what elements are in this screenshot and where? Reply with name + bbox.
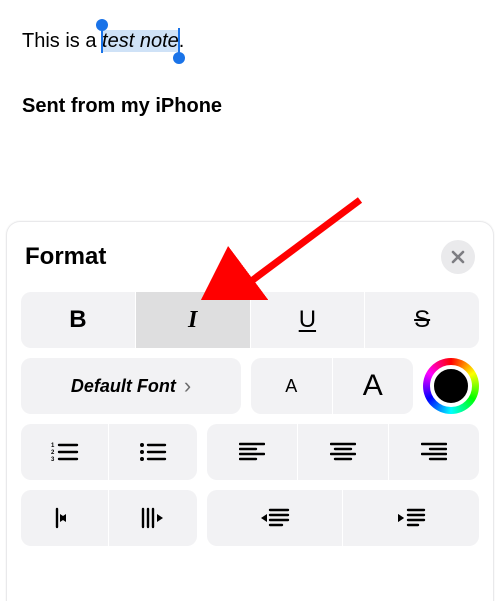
bullet-list-icon <box>139 441 167 463</box>
svg-text:2: 2 <box>51 450 55 456</box>
strikethrough-button[interactable]: S <box>364 292 479 348</box>
font-picker-button[interactable]: Default Font › <box>21 358 241 414</box>
format-panel: Format B I U S Default Font › A A <box>6 221 494 601</box>
selection-handle-end[interactable] <box>173 52 185 64</box>
bullet-list-button[interactable] <box>108 424 196 480</box>
numbered-list-icon: 1 2 3 <box>51 441 79 463</box>
increase-indent-line-button[interactable] <box>108 490 196 546</box>
align-left-icon <box>239 442 265 462</box>
selection-caret-start <box>101 25 103 53</box>
outdent-icon <box>260 507 290 529</box>
outdent-button[interactable] <box>207 490 343 546</box>
svg-text:1: 1 <box>51 443 55 449</box>
text-line-1[interactable]: This is a test note . <box>22 28 478 55</box>
align-right-button[interactable] <box>388 424 479 480</box>
text-selection-wrap[interactable]: test note <box>102 28 179 55</box>
chevron-right-icon: › <box>184 373 191 399</box>
text-plain: This is a <box>22 30 102 52</box>
italic-button[interactable]: I <box>135 292 250 348</box>
increase-indent-line-icon <box>138 507 168 529</box>
signature-line[interactable]: Sent from my iPhone <box>22 93 478 120</box>
indent-line-segment <box>21 490 197 546</box>
svg-text:3: 3 <box>51 457 55 463</box>
close-icon <box>451 250 465 264</box>
decrease-indent-line-icon <box>52 507 78 529</box>
indent-button[interactable] <box>342 490 479 546</box>
color-swatch-icon <box>430 365 472 407</box>
panel-title: Format <box>25 243 106 271</box>
indent-icon <box>396 507 426 529</box>
decrease-indent-line-button[interactable] <box>21 490 108 546</box>
align-center-button[interactable] <box>297 424 388 480</box>
selected-text[interactable]: test note <box>102 30 179 52</box>
align-center-icon <box>330 442 356 462</box>
align-right-icon <box>421 442 447 462</box>
editor-area[interactable]: This is a test note . Sent from my iPhon… <box>0 0 500 120</box>
font-size-larger-button[interactable]: A <box>332 358 414 414</box>
list-segment: 1 2 3 <box>21 424 197 480</box>
font-size-smaller-button[interactable]: A <box>251 358 332 414</box>
text-color-button[interactable] <box>423 358 479 414</box>
bold-button[interactable]: B <box>21 292 135 348</box>
indent-block-segment <box>207 490 479 546</box>
align-left-button[interactable] <box>207 424 297 480</box>
close-button[interactable] <box>441 240 475 274</box>
font-label: Default Font <box>71 376 176 397</box>
align-segment <box>207 424 479 480</box>
numbered-list-button[interactable]: 1 2 3 <box>21 424 108 480</box>
font-size-segment: A A <box>251 358 413 414</box>
underline-button[interactable]: U <box>250 292 365 348</box>
text-style-segment: B I U S <box>21 292 479 348</box>
